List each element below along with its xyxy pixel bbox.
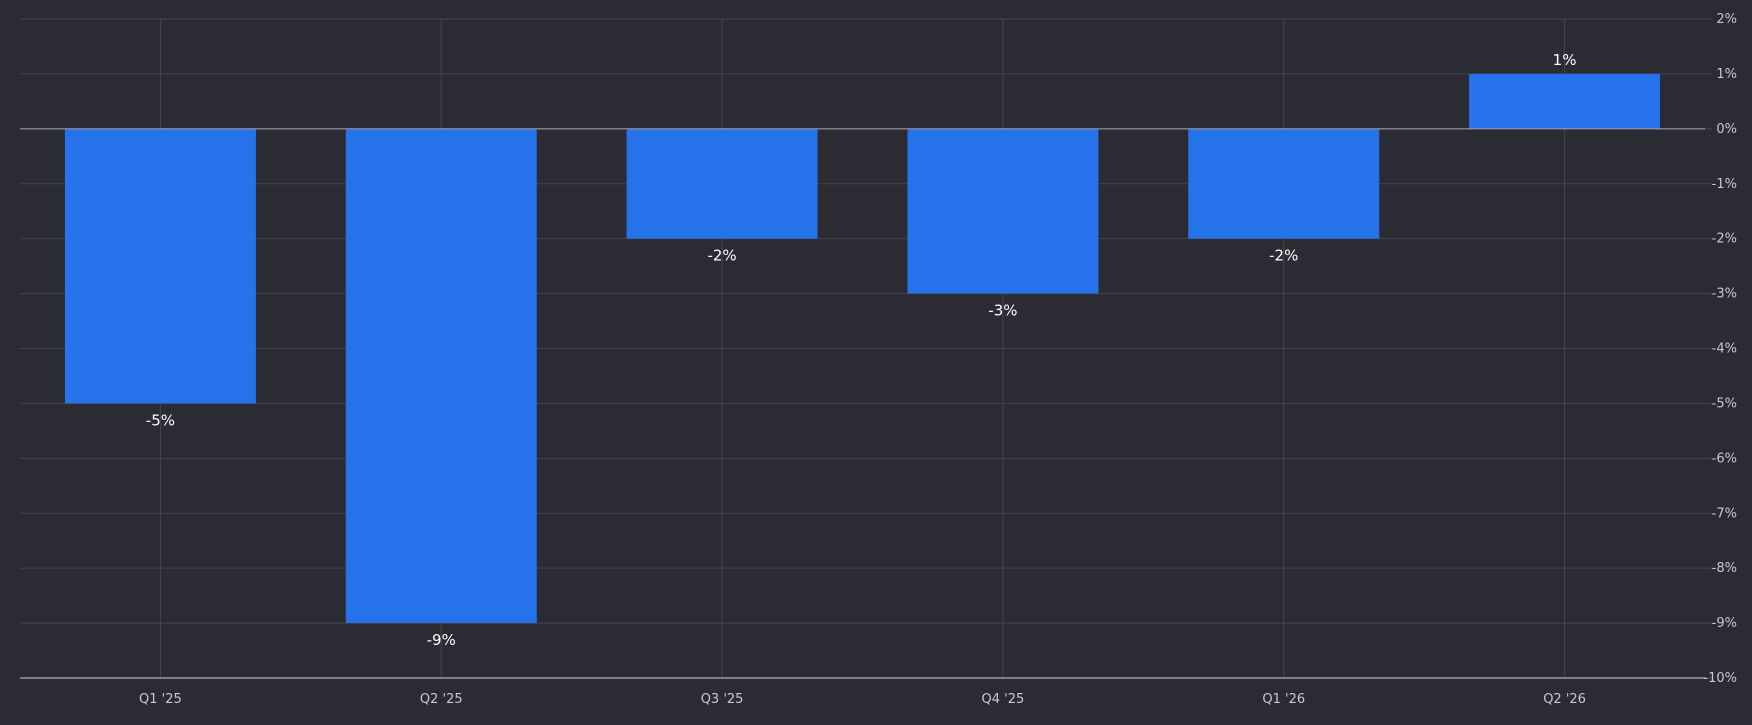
bar — [1469, 73, 1661, 129]
chart-canvas: 2% 1% 0% -1% -2% -3% -4% -5% -6% -7% -8% -9% -10% -5%… — [20, 12, 1737, 707]
y-tick-label: -8% — [1712, 561, 1737, 576]
data-label: -2% — [707, 247, 736, 265]
grid-lines — [20, 18, 1712, 679]
x-tick-label: Q1 '25 — [139, 692, 182, 707]
bar-chart: 2% 1% 0% -1% -2% -3% -4% -5% -6% -7% -8% -9% -10% -5%… — [0, 0, 1752, 721]
x-tick-label: Q4 '25 — [982, 692, 1025, 707]
bar — [64, 128, 256, 404]
x-tick-label: Q3 '25 — [701, 692, 744, 707]
x-tick-label: Q2 '25 — [420, 692, 463, 707]
y-tick-label: 1% — [1716, 67, 1737, 82]
y-tick-label: -5% — [1712, 396, 1737, 411]
data-label: -3% — [988, 302, 1017, 320]
y-tick-label: -10% — [1703, 671, 1737, 686]
bar — [907, 128, 1099, 294]
y-tick-label: 0% — [1716, 122, 1737, 137]
y-tick-label: 2% — [1716, 12, 1737, 27]
data-label: -2% — [1269, 247, 1298, 265]
bar — [345, 128, 537, 624]
y-tick-label: -7% — [1712, 506, 1737, 521]
data-label: -5% — [146, 411, 175, 429]
y-tick-label: -1% — [1712, 177, 1737, 192]
x-tick-label: Q2 '26 — [1543, 692, 1586, 707]
y-tick-label: -9% — [1712, 616, 1737, 631]
y-tick-label: -3% — [1712, 287, 1737, 302]
data-label: -9% — [427, 631, 456, 649]
data-label: 1% — [1553, 51, 1577, 69]
y-tick-label: -4% — [1712, 342, 1737, 357]
y-tick-label: -2% — [1712, 232, 1737, 247]
bar — [1188, 128, 1380, 239]
x-tick-label: Q1 '26 — [1262, 692, 1305, 707]
y-tick-label: -6% — [1712, 451, 1737, 466]
bar — [626, 128, 818, 239]
